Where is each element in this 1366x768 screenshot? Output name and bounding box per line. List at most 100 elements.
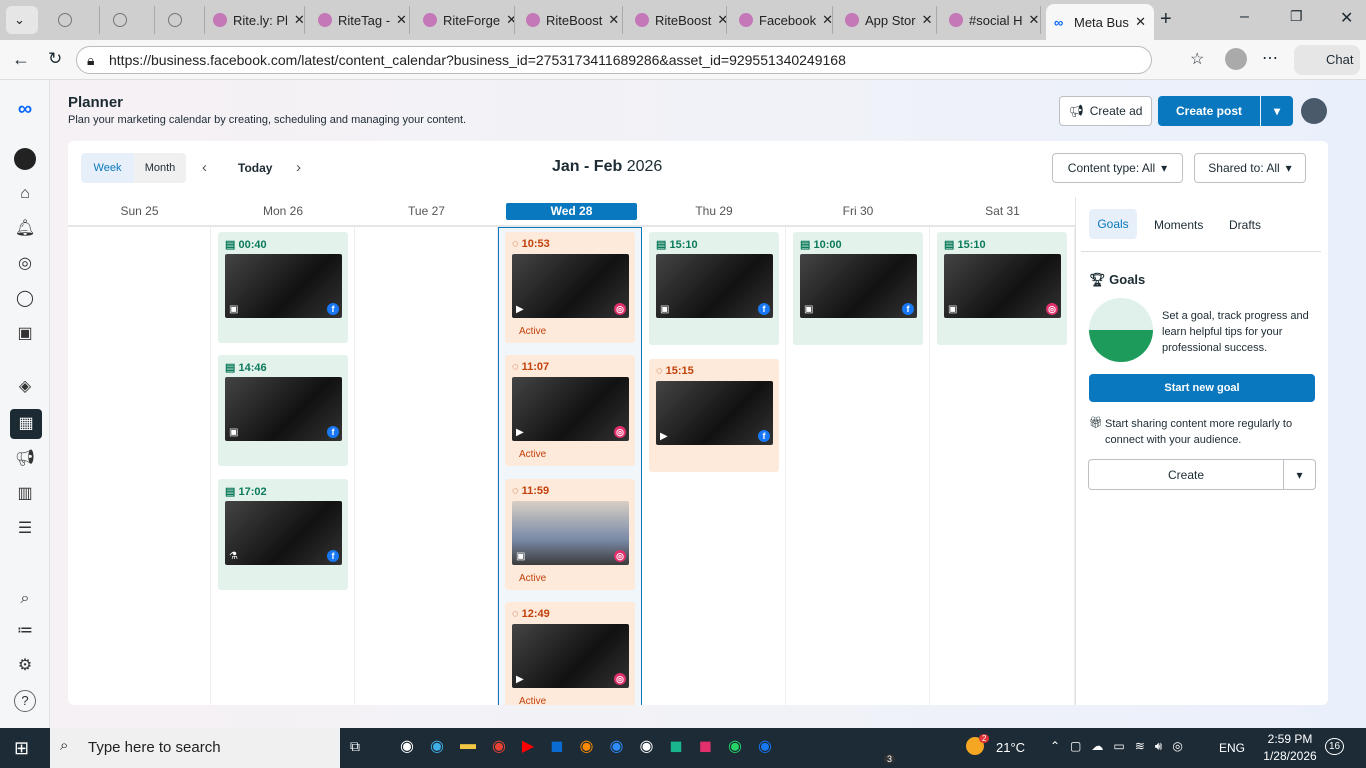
notifications-icon[interactable]: 🔔︎ — [14, 218, 36, 240]
home-icon[interactable]: ⌂ — [14, 183, 36, 205]
scheduled-post[interactable]: ▤ 15:10 ▣ ◎ — [937, 232, 1067, 345]
next-week-button[interactable]: › — [296, 159, 301, 176]
create-button[interactable]: Create — [1088, 459, 1284, 490]
messages-icon[interactable]: ◯ — [14, 288, 36, 310]
refresh-icon[interactable]: ↻ — [48, 49, 62, 69]
browser-tab[interactable]: Facebook ✕ — [731, 6, 833, 34]
scheduled-post[interactable]: ▤ 17:02 ⚗ f — [218, 479, 348, 590]
create-dropdown[interactable]: ▾ — [1283, 459, 1316, 490]
scheduled-post[interactable]: ▤ 10:00 ▣ f — [793, 232, 923, 345]
close-tab-icon[interactable]: ✕ — [717, 12, 726, 28]
scheduled-post[interactable]: ◌ 10:53 ▶ ◎ Active — [505, 232, 635, 343]
close-tab-icon[interactable]: ✕ — [506, 12, 514, 28]
settings-icon[interactable]: ⚙ — [14, 655, 36, 677]
month-view-tab[interactable]: Month — [134, 153, 186, 183]
notifications-badge[interactable]: 16 — [1325, 738, 1345, 755]
system-tray-icons[interactable]: ⌃▢☁▭≋🔊︎◎ — [1050, 739, 1193, 754]
edge-icon[interactable]: ◉ — [430, 736, 444, 756]
youtube-icon[interactable]: ▶ — [522, 736, 534, 756]
close-tab-icon[interactable]: ✕ — [822, 12, 832, 28]
browser-tab[interactable] — [160, 6, 205, 34]
meta-logo-icon[interactable]: ∞ — [14, 98, 36, 120]
minimize-button[interactable]: – — [1240, 8, 1249, 26]
favorites-icon[interactable]: ☆ — [1190, 49, 1204, 69]
instagram-icon[interactable]: ◼ — [699, 736, 712, 756]
close-tab-icon[interactable]: ✕ — [396, 12, 407, 28]
close-tab-icon[interactable]: ✕ — [294, 12, 304, 28]
browser-tab[interactable]: RiteTag - ✕ — [310, 6, 410, 34]
compass-icon[interactable]: ◎ — [14, 253, 36, 275]
tab-list-button[interactable]: ⌄ — [6, 6, 38, 34]
more-icon[interactable]: ⋯ — [1262, 48, 1278, 68]
copilot-chat-button[interactable]: Chat — [1294, 45, 1360, 75]
content-type-filter[interactable]: Content type: All ▾ — [1052, 153, 1183, 183]
close-tab-icon[interactable]: ✕ — [608, 12, 619, 28]
browser-tab[interactable]: ∞ Meta Bus ✕ — [1046, 4, 1154, 40]
zoom-icon[interactable]: ◉ — [609, 736, 623, 756]
scheduled-post[interactable]: ◌ 12:49 ▶ ◎ Active — [505, 602, 635, 705]
start-new-goal-button[interactable]: Start new goal — [1089, 374, 1315, 402]
day-column[interactable] — [355, 227, 498, 705]
task-view-icon[interactable]: ⧉ — [350, 738, 360, 755]
prev-week-button[interactable]: ‹ — [202, 159, 207, 176]
ads-icon[interactable]: ◈ — [14, 376, 36, 398]
help-icon[interactable]: ? — [14, 690, 36, 712]
taskbar-search[interactable]: ⌕ Type here to search — [50, 728, 340, 768]
browser-tab[interactable]: Rite.ly: Pl ✕ — [205, 6, 305, 34]
create-post-dropdown[interactable]: ▾ — [1261, 96, 1293, 126]
loading-icon: ◌ — [512, 608, 519, 620]
browser-tab[interactable]: RiteBoost ✕ — [627, 6, 727, 34]
url-input[interactable]: 🔒︎ https://business.facebook.com/latest/c… — [76, 46, 1152, 74]
scheduled-post[interactable]: ◌ 15:15 ▶ f — [649, 359, 779, 472]
page-avatar[interactable] — [1301, 98, 1327, 124]
create-post-button[interactable]: Create post — [1158, 96, 1260, 126]
day-column[interactable] — [68, 227, 211, 705]
week-view-tab[interactable]: Week — [81, 153, 134, 183]
content-icon[interactable]: ▣ — [14, 323, 36, 345]
outlook-icon[interactable]: ◼ — [550, 736, 563, 756]
scheduled-post[interactable]: ◌ 11:59 ▣ ◎ Active — [505, 479, 635, 590]
browser-tab[interactable]: App Stor ✕ — [837, 6, 937, 34]
menu-icon[interactable]: ☰ — [14, 518, 36, 540]
firefox-icon[interactable]: ◉ — [580, 736, 594, 756]
profile-avatar[interactable] — [1225, 48, 1247, 70]
list-icon[interactable]: ≔ — [14, 620, 36, 642]
close-window-button[interactable]: ✕ — [1340, 8, 1353, 28]
close-tab-icon[interactable]: ✕ — [1028, 12, 1039, 28]
new-tab-button[interactable]: + — [1160, 8, 1172, 31]
create-ad-button[interactable]: 📢︎ Create ad — [1059, 96, 1152, 126]
today-button[interactable]: Today — [238, 161, 272, 175]
app-icon[interactable]: ◼ — [669, 736, 682, 756]
explorer-icon[interactable]: ▬ — [460, 736, 476, 756]
account-avatar[interactable] — [14, 148, 36, 170]
language-indicator[interactable]: ENG — [1219, 741, 1245, 755]
scheduled-post[interactable]: ▤ 14:46 ▣ f — [218, 355, 348, 466]
browser-tab[interactable] — [105, 6, 155, 34]
facebook-icon[interactable]: ◉ — [758, 736, 772, 756]
browser-tab[interactable]: RiteBoost ✕ — [518, 6, 623, 34]
panel-tab-goals[interactable]: Goals — [1089, 209, 1137, 239]
scheduled-post[interactable]: ▤ 15:10 ▣ f — [649, 232, 779, 345]
browser-tab[interactable]: RiteForge ✕ — [415, 6, 515, 34]
copilot-icon[interactable]: ◉ — [400, 736, 414, 756]
photos-icon[interactable]: ◉ — [639, 736, 653, 756]
close-tab-icon[interactable]: ✕ — [922, 12, 933, 28]
whatsapp-icon[interactable]: ◉ — [728, 736, 742, 756]
close-tab-icon[interactable]: ✕ — [1135, 14, 1146, 30]
megaphone-icon[interactable]: 📢︎ — [14, 448, 36, 470]
shared-to-filter[interactable]: Shared to: All ▾ — [1194, 153, 1306, 183]
clock[interactable]: 2:59 PM 1/28/2026 — [1262, 732, 1318, 763]
restore-button[interactable]: ❐ — [1290, 8, 1303, 25]
search-icon[interactable]: ⌕ — [14, 588, 36, 610]
browser-tab[interactable]: #social H ✕ — [941, 6, 1041, 34]
browser-tab[interactable] — [50, 6, 100, 34]
panel-tab-drafts[interactable]: Drafts — [1229, 218, 1261, 232]
insights-icon[interactable]: ▥ — [14, 483, 36, 505]
scheduled-post[interactable]: ◌ 11:07 ▶ ◎ Active — [505, 355, 635, 466]
panel-tab-moments[interactable]: Moments — [1154, 218, 1203, 232]
scheduled-post[interactable]: ▤ 00:40 ▣ f — [218, 232, 348, 343]
back-icon[interactable]: ← — [12, 49, 30, 70]
planner-icon[interactable]: ▦ — [10, 409, 42, 439]
start-icon[interactable]: ⊞ — [14, 738, 29, 759]
chrome-icon[interactable]: ◉ — [492, 736, 506, 756]
